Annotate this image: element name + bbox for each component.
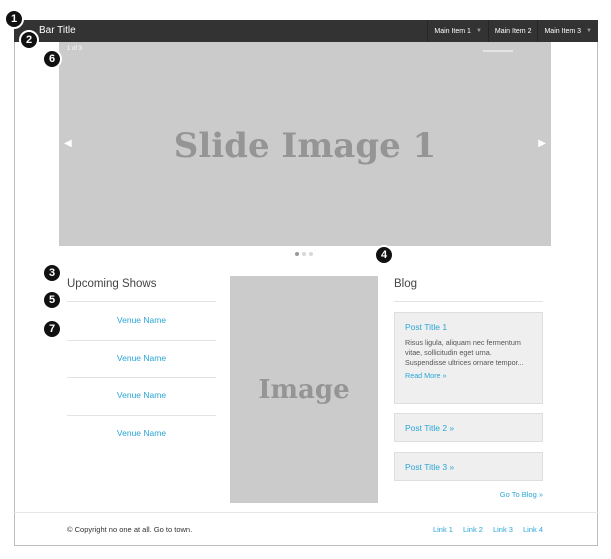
- annotation-badge-4: 4: [374, 245, 394, 265]
- nav-item-label: Main Item 3: [544, 27, 582, 35]
- caret-down-icon: ▼: [586, 28, 592, 34]
- caret-down-icon: ▼: [475, 28, 482, 34]
- blog-post-card: Post Title 1 Risus ligula, aliquam nec f…: [394, 312, 543, 404]
- footer-link[interactable]: Link 2: [463, 525, 483, 534]
- nav-item-main-1[interactable]: Main Item 1 ▼: [427, 20, 488, 42]
- blog-title: Blog: [394, 278, 418, 290]
- venue-link[interactable]: Venue Name: [67, 390, 216, 400]
- venue-link[interactable]: Venue Name: [67, 353, 216, 363]
- footer-link[interactable]: Link 3: [493, 525, 513, 534]
- venue-link[interactable]: Venue Name: [67, 315, 216, 325]
- annotation-badge-5: 5: [42, 290, 62, 310]
- slider-dot-3[interactable]: [309, 252, 313, 256]
- nav-item-label: Main Item 1: [434, 27, 471, 35]
- post-title-link[interactable]: Post Title 1: [405, 322, 532, 332]
- footer-divider: [14, 512, 598, 513]
- nav-item-main-3[interactable]: Main Item 3 ▼: [537, 20, 598, 42]
- nav-item-main-2[interactable]: Main Item 2: [487, 20, 538, 42]
- image-slider: 1 of 3 Slide Image 1 ◀ ▶: [59, 42, 551, 246]
- annotation-badge-1: 1: [4, 9, 24, 29]
- annotation-badge-7: 7: [42, 319, 62, 339]
- slider-pagination: [295, 252, 313, 256]
- top-bar: Bar Title Main Item 1 ▼ Main Item 2 Main…: [14, 20, 598, 42]
- slide-image-placeholder: Slide Image 1: [173, 126, 437, 166]
- nav-item-label: Main Item 2: [494, 27, 532, 35]
- slider-dot-2[interactable]: [302, 252, 306, 256]
- slider-dot-1[interactable]: [295, 252, 299, 256]
- divider: [67, 377, 216, 378]
- go-to-blog-link[interactable]: Go To Blog »: [500, 490, 543, 499]
- footer-links: Link 1 Link 2 Link 3 Link 4: [433, 525, 543, 534]
- image-placeholder-label: Image: [258, 374, 350, 405]
- venue-link[interactable]: Venue Name: [67, 428, 216, 438]
- bar-title[interactable]: Bar Title: [39, 25, 76, 36]
- slide-progress-bar: [483, 50, 513, 52]
- prev-arrow-icon[interactable]: ◀: [64, 138, 72, 149]
- footer-link[interactable]: Link 1: [433, 525, 453, 534]
- main-nav: Main Item 1 ▼ Main Item 2 Main Item 3 ▼: [427, 20, 598, 42]
- post-title-link[interactable]: Post Title 3 »: [405, 462, 454, 472]
- divider: [394, 301, 543, 302]
- divider: [67, 415, 216, 416]
- annotation-badge-3: 3: [42, 263, 62, 283]
- divider: [67, 340, 216, 341]
- annotation-badge-6: 6: [42, 49, 62, 69]
- divider: [67, 301, 216, 302]
- next-arrow-icon[interactable]: ▶: [538, 138, 546, 149]
- upcoming-shows-title: Upcoming Shows: [67, 278, 157, 290]
- blog-post-card[interactable]: Post Title 3 »: [394, 452, 543, 481]
- blog-post-card[interactable]: Post Title 2 »: [394, 413, 543, 442]
- annotation-badge-2: 2: [19, 30, 39, 50]
- post-excerpt: Risus ligula, aliquam nec fermentum vita…: [405, 338, 524, 367]
- copyright-text: © Copyright no one at all. Go to town.: [67, 525, 193, 534]
- footer-link[interactable]: Link 4: [523, 525, 543, 534]
- post-title-link[interactable]: Post Title 2 »: [405, 423, 454, 433]
- image-placeholder: Image: [230, 276, 378, 503]
- slide-counter: 1 of 3: [67, 46, 83, 52]
- read-more-link[interactable]: Read More »: [405, 371, 532, 380]
